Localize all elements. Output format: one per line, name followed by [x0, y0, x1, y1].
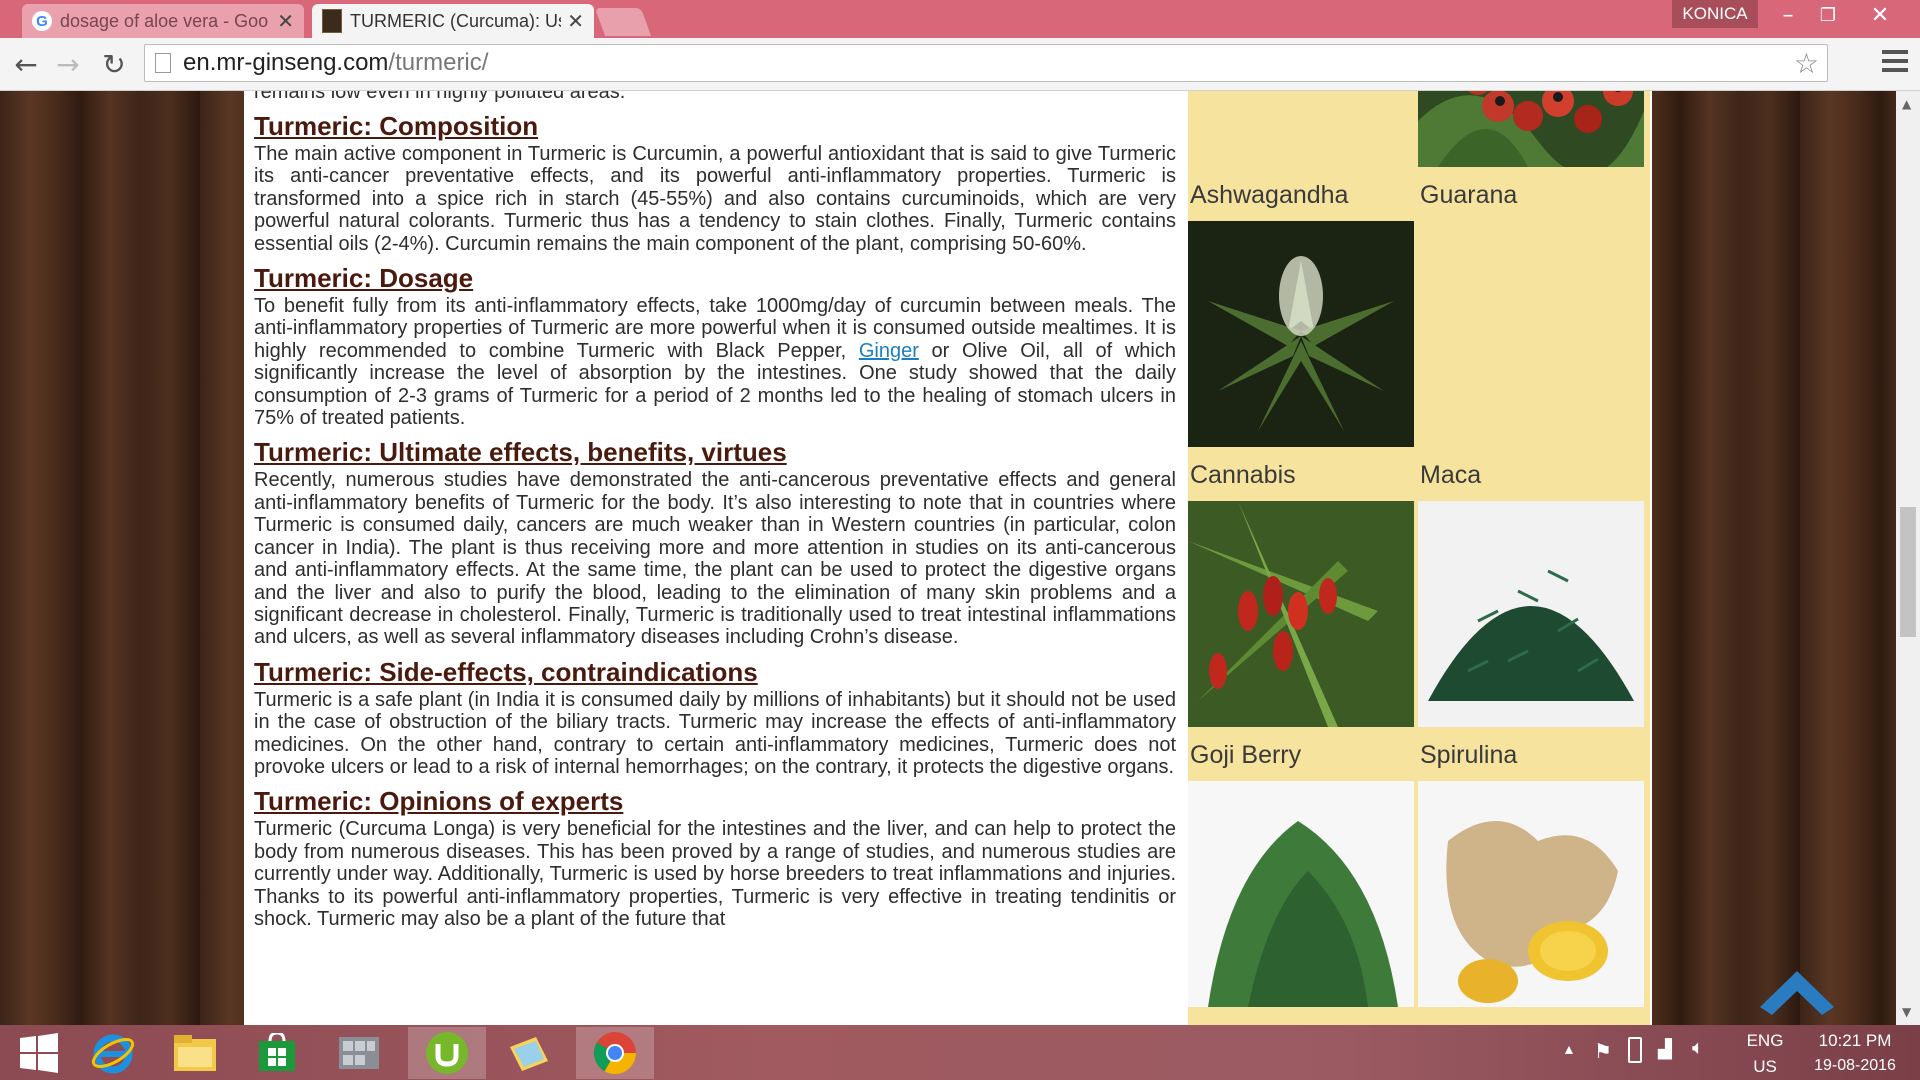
- section-heading-dosage[interactable]: Turmeric: Dosage: [254, 263, 1176, 293]
- section-body-effects: Recently, numerous studies have demonstr…: [254, 469, 1176, 649]
- page-content: remains low even in highly polluted area…: [244, 91, 1652, 1025]
- tab-title: TURMERIC (Curcuma): Use: [350, 10, 562, 31]
- article: remains low even in highly polluted area…: [254, 91, 1176, 930]
- green-powder-image: [1188, 781, 1414, 1007]
- cut-off-text: remains low even in highly polluted area…: [254, 91, 626, 103]
- url-text: en.mr-ginseng.com/turmeric/: [183, 49, 1794, 77]
- scroll-down-icon[interactable]: ▼: [1902, 1005, 1911, 1019]
- language-code: ENG: [1746, 1031, 1784, 1050]
- plant-card-powder[interactable]: [1188, 781, 1414, 1025]
- windows-start-icon[interactable]: [0, 1027, 78, 1079]
- plant-label: Cannabis: [1190, 461, 1296, 489]
- clock-date: 19-08-2016: [1814, 1057, 1896, 1074]
- region-code: US: [1753, 1057, 1777, 1076]
- url-domain: en.mr-ginseng.com: [183, 49, 389, 76]
- forward-arrow-icon[interactable]: →: [50, 46, 86, 82]
- scroll-up-icon[interactable]: ▲: [1902, 97, 1911, 111]
- spirulina-image: [1418, 501, 1644, 727]
- bookmark-star-icon[interactable]: ☆: [1794, 47, 1819, 80]
- ashwagandha-image: [1188, 91, 1414, 167]
- volume-icon[interactable]: 🔈︎: [1692, 1037, 1704, 1060]
- plant-label: Spirulina: [1420, 741, 1518, 769]
- server-icon[interactable]: [320, 1027, 398, 1079]
- action-center-flag-icon[interactable]: ⚑: [1594, 1039, 1612, 1064]
- tab-google-search[interactable]: G dosage of aloe vera - Goo ✕: [22, 4, 304, 38]
- close-tab-icon[interactable]: ✕: [277, 9, 294, 34]
- tab-title: dosage of aloe vera - Goo: [60, 10, 269, 31]
- section-heading-composition[interactable]: Turmeric: Composition: [254, 111, 1176, 141]
- close-window-icon[interactable]: ✕: [1860, 0, 1900, 30]
- site-favicon-icon: [322, 9, 342, 33]
- minimize-icon[interactable]: –: [1768, 0, 1808, 30]
- section-heading-opinions[interactable]: Turmeric: Opinions of experts: [254, 786, 1176, 816]
- page-viewport: remains low even in highly polluted area…: [0, 91, 1920, 1025]
- page-scrollbar[interactable]: ▲ ▼: [1896, 91, 1920, 1025]
- close-tab-icon[interactable]: ✕: [567, 9, 584, 34]
- plant-label: Guarana: [1420, 181, 1518, 209]
- address-bar[interactable]: en.mr-ginseng.com/turmeric/ ☆: [144, 44, 1828, 82]
- show-hidden-icons-icon[interactable]: ▲: [1562, 1041, 1576, 1057]
- plant-sidebar: Ashwagandha Guarana Cannabis Maca Goji B…: [1188, 91, 1650, 1025]
- plant-card-goji-berry[interactable]: Goji Berry: [1188, 501, 1414, 781]
- profile-button[interactable]: KONICA: [1672, 0, 1758, 28]
- plant-card-spirulina[interactable]: Spirulina: [1418, 501, 1644, 781]
- section-body-composition: The main active component in Turmeric is…: [254, 143, 1176, 255]
- menu-icon[interactable]: [1882, 50, 1908, 77]
- internet-explorer-icon[interactable]: [74, 1027, 152, 1079]
- plant-label: Maca: [1420, 461, 1482, 489]
- system-tray: ▲ ⚑ ▟ 🔈︎: [1560, 1025, 1730, 1080]
- reload-icon[interactable]: ↻: [96, 46, 132, 82]
- browser-toolbar: ← → ↻ en.mr-ginseng.com/turmeric/ ☆: [0, 38, 1920, 91]
- clock-time: 10:21 PM: [1818, 1031, 1892, 1050]
- section-heading-effects[interactable]: Turmeric: Ultimate effects, benefits, vi…: [254, 437, 1176, 467]
- plant-card-guarana[interactable]: Guarana: [1418, 91, 1644, 221]
- section-body-dosage: To benefit fully from its anti-inflammat…: [254, 295, 1176, 429]
- back-to-top-button[interactable]: [1752, 963, 1842, 1025]
- restore-icon[interactable]: ❐: [1808, 0, 1848, 30]
- file-explorer-icon[interactable]: [156, 1027, 234, 1079]
- tab-turmeric[interactable]: TURMERIC (Curcuma): Use ✕: [312, 4, 594, 38]
- cannabis-image: [1188, 221, 1414, 447]
- new-tab-button[interactable]: [594, 8, 652, 36]
- goji-berry-image: [1188, 501, 1414, 727]
- page-icon: [155, 53, 171, 73]
- browser-titlebar: G dosage of aloe vera - Goo ✕ TURMERIC (…: [0, 0, 1920, 38]
- plant-label: Goji Berry: [1190, 741, 1302, 769]
- ginger-link[interactable]: Ginger: [859, 340, 919, 362]
- plant-label: Ashwagandha: [1190, 181, 1349, 209]
- language-indicator[interactable]: ENG US: [1740, 1025, 1790, 1080]
- chrome-icon[interactable]: [576, 1027, 654, 1079]
- back-arrow-icon[interactable]: ←: [8, 46, 44, 82]
- section-body-opinions: Turmeric (Curcuma Longa) is very benefic…: [254, 818, 1176, 930]
- plant-card-cannabis[interactable]: Cannabis: [1188, 221, 1414, 501]
- section-heading-side-effects[interactable]: Turmeric: Side-effects, contraindication…: [254, 657, 1176, 687]
- plant-card-ashwagandha[interactable]: Ashwagandha: [1188, 91, 1414, 221]
- maca-image: [1418, 221, 1644, 447]
- windows-taskbar: ▲ ⚑ ▟ 🔈︎ ENG US 10:21 PM 19-08-2016: [0, 1025, 1920, 1080]
- section-body-side-effects: Turmeric is a safe plant (in India it is…: [254, 688, 1176, 778]
- plant-card-maca[interactable]: Maca: [1418, 221, 1644, 501]
- url-path: /turmeric/: [388, 49, 489, 76]
- clock[interactable]: 10:21 PM 19-08-2016: [1800, 1025, 1910, 1080]
- store-icon[interactable]: [238, 1027, 316, 1079]
- battery-icon[interactable]: [1628, 1037, 1642, 1063]
- utorrent-icon[interactable]: [408, 1027, 486, 1079]
- ginger-image: [1418, 781, 1644, 1007]
- google-g-icon: G: [32, 11, 52, 31]
- network-signal-icon[interactable]: ▟: [1658, 1039, 1672, 1060]
- folder-notes-icon[interactable]: [490, 1027, 568, 1079]
- guarana-image: [1418, 91, 1644, 167]
- plant-card-ginger[interactable]: [1418, 781, 1644, 1025]
- scrollbar-thumb[interactable]: [1900, 507, 1916, 637]
